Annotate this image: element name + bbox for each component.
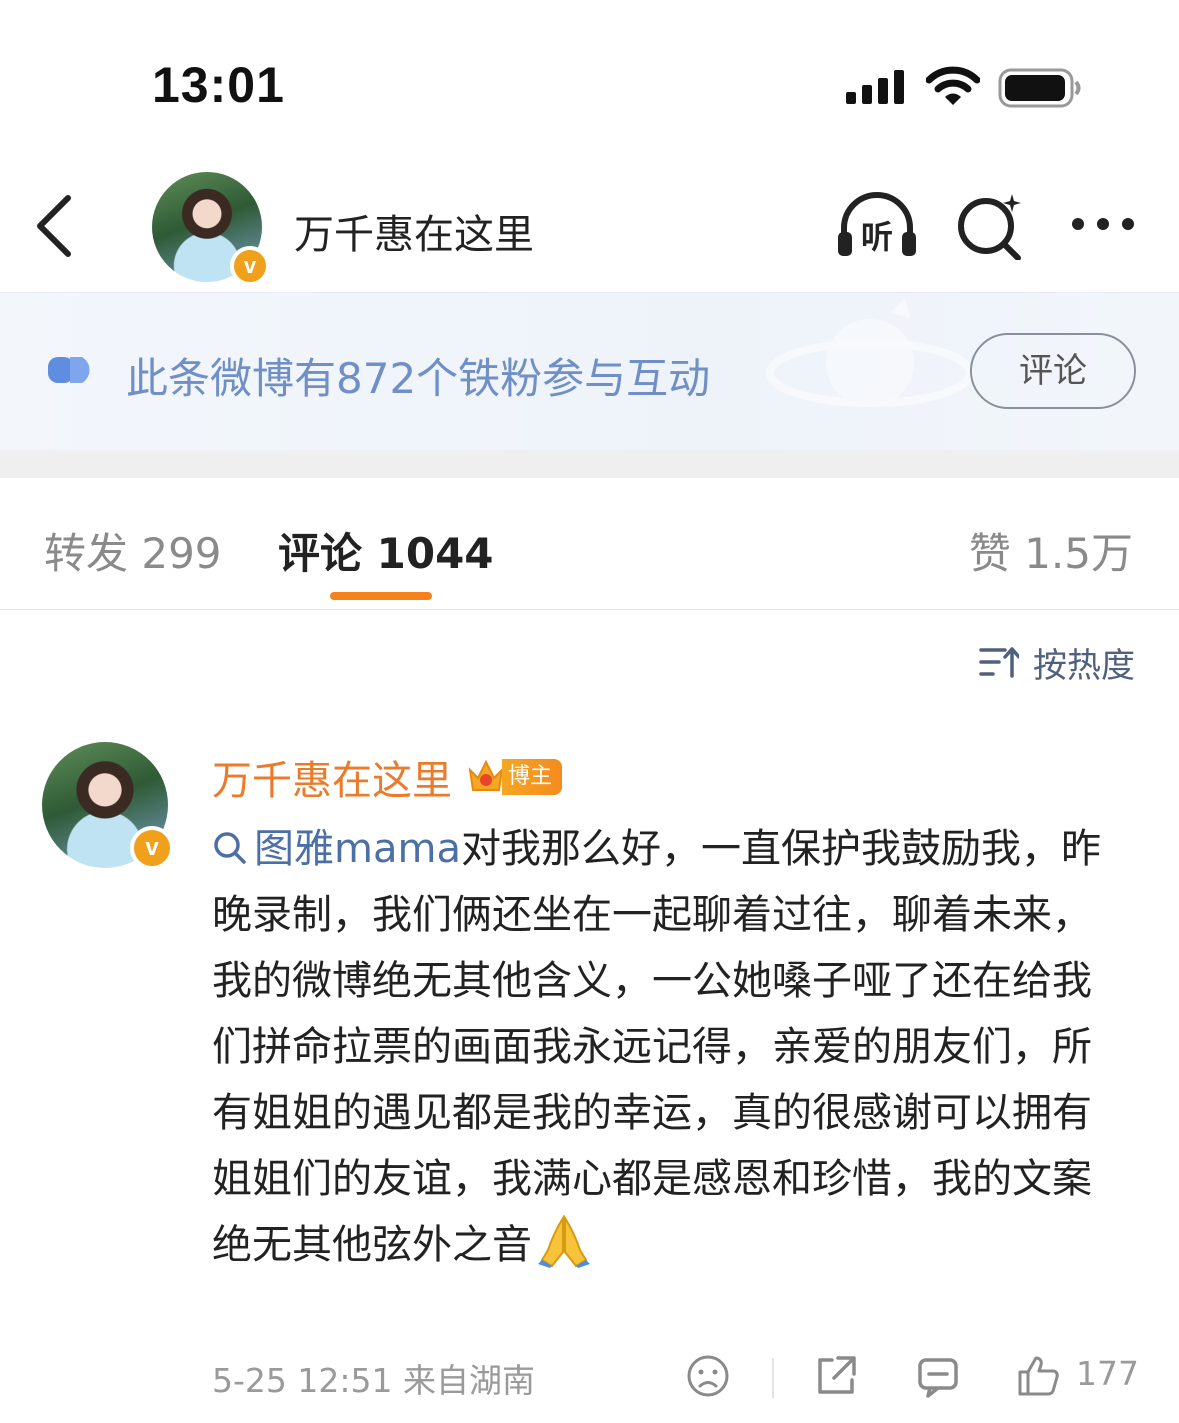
sad-face-icon[interactable] [686,1354,730,1398]
tab-like[interactable]: 赞 1.5万 [969,520,1133,581]
header-title[interactable]: 万千惠在这里 [294,202,534,260]
comment-meta: 5-25 12:51 来自湖南 [212,1361,535,1400]
folded-hands-emoji-icon [538,1214,590,1268]
headphones-listen-icon[interactable]: 听 [836,190,918,260]
search-icon[interactable] [956,192,1024,260]
topic-search-icon [214,832,246,864]
thumbs-up-icon[interactable] [1016,1354,1060,1398]
comment-author-name[interactable]: 万千惠在这里 [212,748,452,806]
crown-icon [468,759,504,791]
comment-text: 对我那么好，一直保护我鼓励我，昨晚录制，我们俩还坐在一起聊着过往，聊着未来，我的… [212,826,1101,1268]
back-icon[interactable] [30,194,80,258]
fan-interaction-banner: 此条微博有872个铁粉参与互动 评论 [0,292,1179,450]
fan-badge-icon [48,357,90,383]
tab-repost[interactable]: 转发 299 [44,520,222,581]
sort-control[interactable]: 按热度 [979,640,1135,686]
verified-badge-icon: v [230,246,270,286]
share-icon[interactable] [814,1354,858,1398]
action-divider [772,1358,774,1398]
comment-body: 图雅mama对我那么好，一直保护我鼓励我，昨晚录制，我们俩还坐在一起聊着过往，聊… [212,816,1112,1278]
section-divider [0,450,1179,478]
like-count: 177 [1076,1354,1139,1393]
owner-badge-label: 博主 [502,759,563,795]
sort-label: 按热度 [1033,645,1135,686]
sort-icon [979,647,1019,678]
cellular-signal-icon [846,70,904,104]
comment-reply-icon[interactable] [916,1354,960,1398]
more-options-icon[interactable] [1068,212,1138,236]
topic-link[interactable]: 图雅mama [212,826,461,872]
verified-badge-icon: v [130,826,174,870]
comment-author-row: 万千惠在这里 博主 [212,748,563,806]
post-header: v 万千惠在这里 听 [0,160,1179,292]
wifi-icon [926,66,980,105]
comment-button[interactable]: 评论 [970,333,1136,409]
interaction-tabs: 转发 299 评论 1044 赞 1.5万 [0,478,1179,610]
commenter-avatar[interactable]: v [42,742,174,870]
tab-comment[interactable]: 评论 1044 [278,520,494,581]
svg-text:听: 听 [861,218,893,256]
active-tab-indicator [330,592,432,600]
battery-icon [998,68,1081,108]
fan-interaction-text: 此条微博有872个铁粉参与互动 [126,354,711,403]
status-bar: 13:01 [0,0,1179,140]
comment-item: v 万千惠在这里 博主 图雅mama对我那么好，一直保护我鼓励我，昨晚录制，我们… [0,730,1179,1423]
planet-decoration-icon [766,298,974,407]
owner-badge: 博主 [466,757,563,797]
status-time: 13:01 [152,57,285,113]
author-avatar[interactable]: v [152,172,270,286]
topic-link-text[interactable]: 图雅mama [254,826,461,872]
